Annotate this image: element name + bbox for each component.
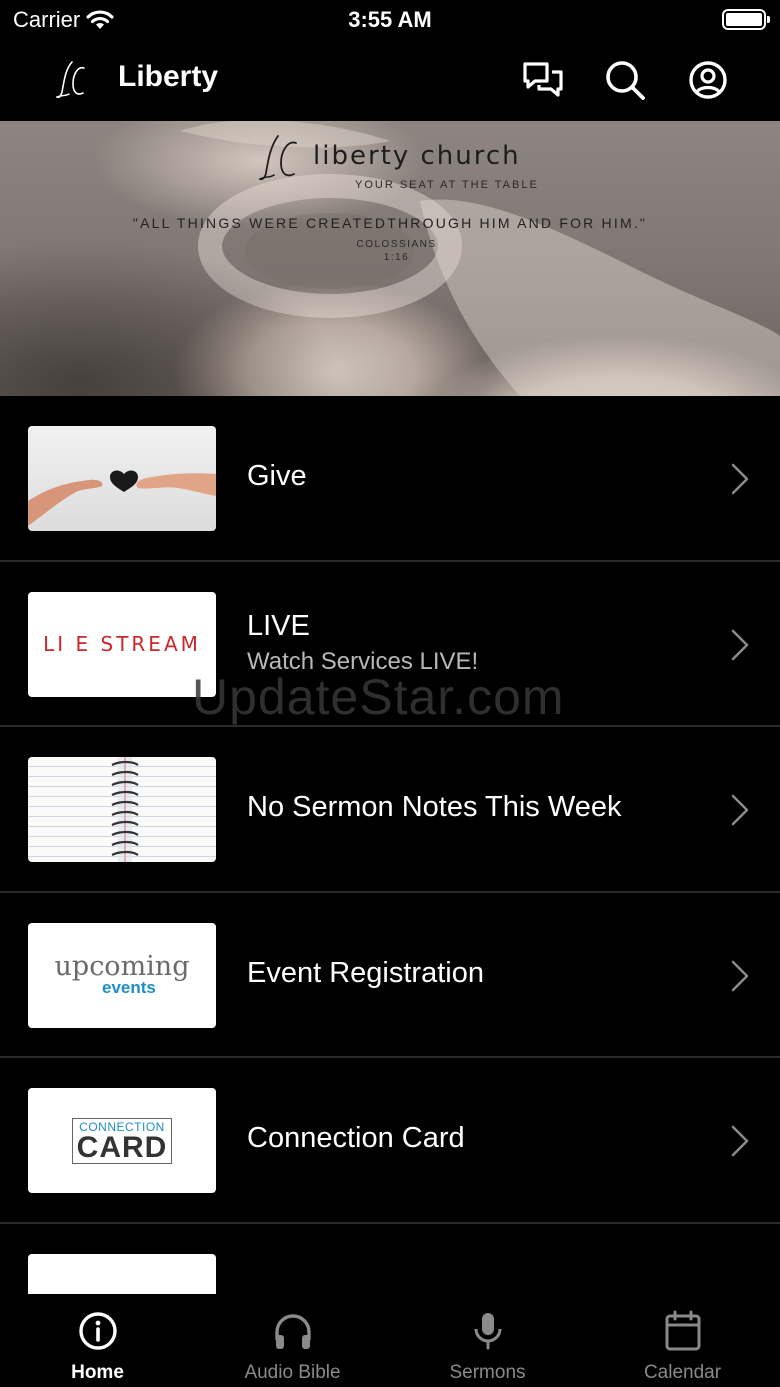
item-title: LIVE bbox=[247, 609, 310, 642]
list-item-partial[interactable] bbox=[0, 1224, 780, 1294]
church-monogram-icon bbox=[259, 135, 297, 181]
church-logo-icon bbox=[56, 61, 85, 99]
status-bar: Carrier 3:55 AM bbox=[0, 0, 780, 42]
item-title: Connection Card bbox=[247, 1122, 465, 1154]
tab-calendar[interactable]: Calendar bbox=[585, 1294, 780, 1387]
events-logo-events: events bbox=[102, 977, 156, 997]
calendar-icon bbox=[665, 1310, 701, 1351]
tab-bar: Home Audio Bible Sermons Calendar bbox=[0, 1294, 780, 1387]
scripture-book: COLOSSIANS bbox=[356, 239, 437, 250]
notebook-image bbox=[28, 757, 216, 862]
chevron-right-icon bbox=[731, 960, 749, 991]
tab-home[interactable]: Home bbox=[0, 1294, 195, 1387]
app-title: Liberty bbox=[118, 60, 219, 93]
list-item-event-registration[interactable]: upcoming events Event Registration bbox=[0, 893, 780, 1058]
connection-card-big-text: CARD bbox=[76, 1130, 168, 1164]
tab-label: Home bbox=[71, 1362, 124, 1383]
live-stream-image: LI E STREAM bbox=[28, 591, 216, 697]
item-subtitle: Watch Services LIVE! bbox=[247, 647, 479, 675]
item-title: Give bbox=[247, 460, 307, 492]
chat-button[interactable] bbox=[521, 58, 565, 102]
chevron-right-icon bbox=[731, 794, 749, 826]
scripture-verse: 1:16 bbox=[383, 252, 410, 263]
live-stream-logo-text: LI E STREAM bbox=[43, 632, 201, 656]
tab-audio-bible[interactable]: Audio Bible bbox=[195, 1294, 390, 1387]
tab-label: Sermons bbox=[449, 1362, 526, 1383]
connection-card-image: CONNECTION CARD bbox=[28, 1088, 216, 1193]
scripture-quote: "ALL THINGS WERE CREATEDTHROUGH HIM AND … bbox=[132, 215, 648, 231]
chevron-right-icon bbox=[731, 629, 749, 660]
hero-overlay: liberty church YOUR SEAT AT THE TABLE "A… bbox=[0, 121, 780, 396]
chevron-right-icon bbox=[731, 1125, 749, 1157]
chat-icon bbox=[523, 62, 563, 97]
microphone-icon bbox=[474, 1313, 502, 1350]
list-item-connection-card[interactable]: CONNECTION CARD Connection Card bbox=[0, 1058, 780, 1224]
app-header: Liberty bbox=[0, 42, 780, 121]
partial-image bbox=[28, 1253, 216, 1294]
hands-heart-image bbox=[28, 426, 216, 531]
search-icon bbox=[606, 61, 645, 100]
battery-icon bbox=[722, 9, 770, 30]
church-name: liberty church bbox=[313, 141, 521, 171]
profile-icon bbox=[689, 61, 727, 99]
profile-button[interactable] bbox=[686, 58, 730, 102]
item-title: No Sermon Notes This Week bbox=[247, 791, 622, 823]
tab-label: Calendar bbox=[643, 1362, 722, 1383]
wifi-icon bbox=[86, 10, 114, 29]
headphones-icon bbox=[275, 1314, 311, 1349]
item-title: Event Registration bbox=[247, 956, 484, 989]
status-time: 3:55 AM bbox=[348, 7, 432, 32]
carrier: Carrier bbox=[13, 7, 114, 33]
list-item-live[interactable]: LI E STREAM LIVE Watch Services LIVE! bbox=[0, 562, 780, 727]
tab-sermons[interactable]: Sermons bbox=[390, 1294, 585, 1387]
connection-card-logo: CONNECTION CARD bbox=[71, 1117, 173, 1164]
carrier-label: Carrier bbox=[13, 7, 81, 32]
events-logo-upcoming: upcoming bbox=[54, 950, 190, 982]
list-item-give[interactable]: Give bbox=[0, 396, 780, 562]
tab-label: Audio Bible bbox=[244, 1362, 341, 1383]
upcoming-events-image: upcoming events bbox=[28, 922, 216, 1028]
content-list: Give LI E STREAM LIVE Watch Services LIV… bbox=[0, 396, 780, 1294]
info-icon bbox=[79, 1312, 117, 1350]
chevron-right-icon bbox=[731, 463, 749, 495]
hero-banner: liberty church YOUR SEAT AT THE TABLE "A… bbox=[0, 121, 780, 396]
search-button[interactable] bbox=[603, 58, 647, 102]
list-item-sermon-notes[interactable]: No Sermon Notes This Week bbox=[0, 727, 780, 893]
church-tagline: YOUR SEAT AT THE TABLE bbox=[355, 179, 539, 191]
scripture-reference: COLOSSIANS 1:16 bbox=[0, 238, 780, 264]
